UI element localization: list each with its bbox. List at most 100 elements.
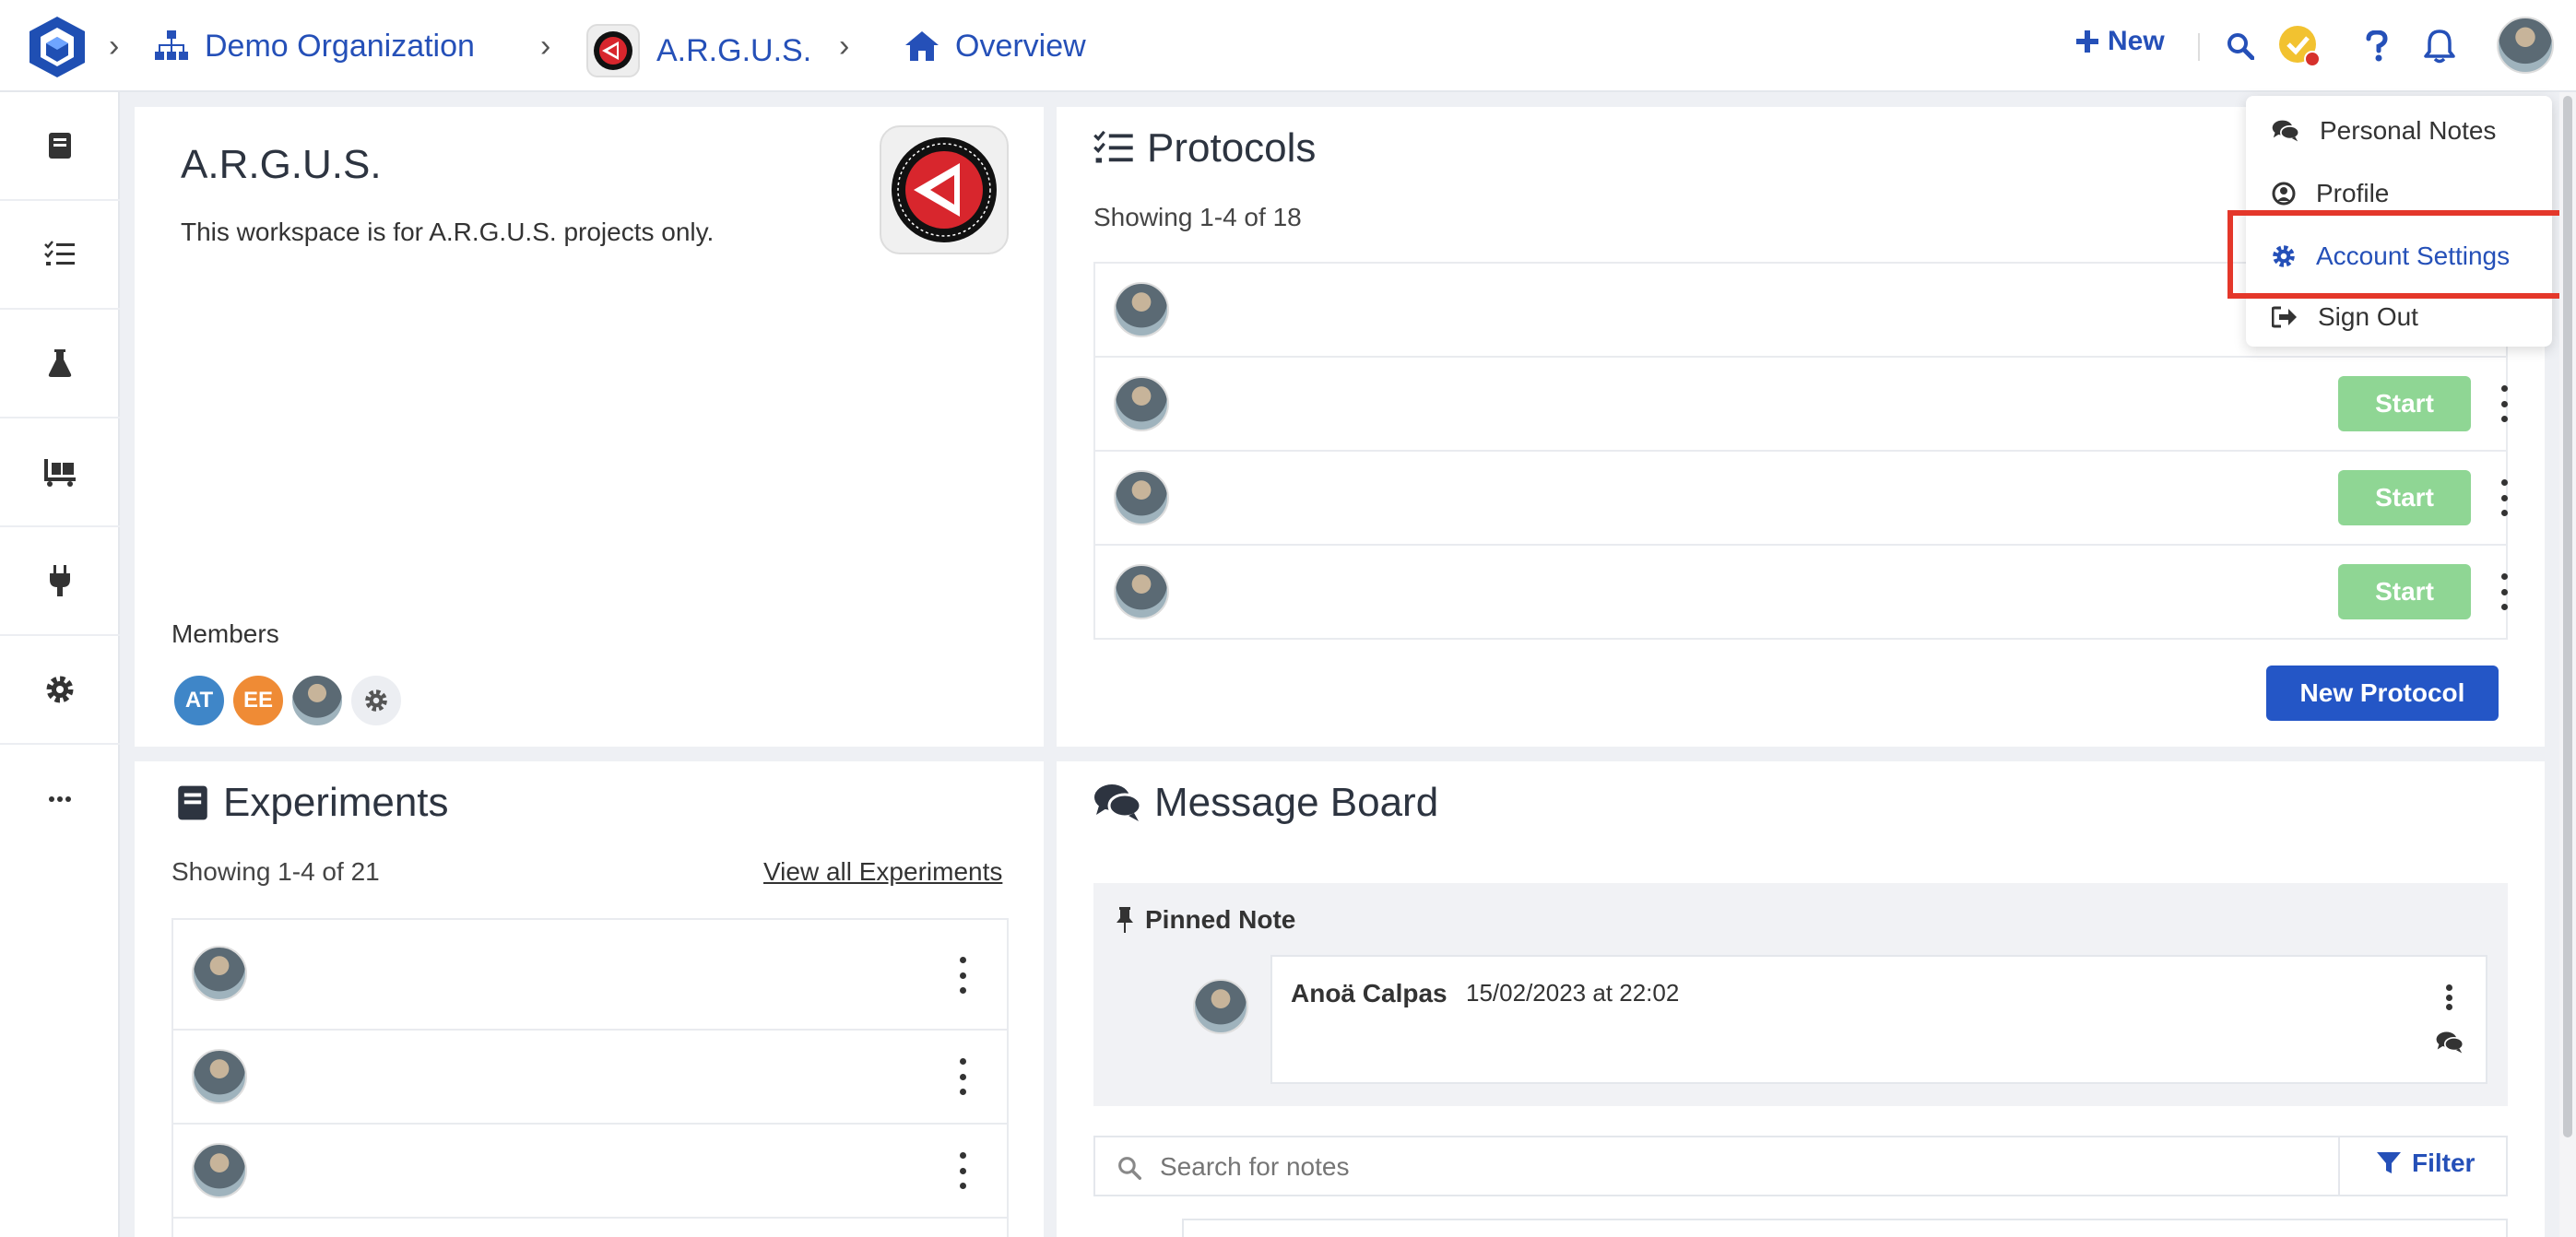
members-settings-button[interactable] <box>349 673 404 728</box>
experiment-row[interactable] <box>171 1029 1009 1125</box>
breadcrumb-chevron-icon: › <box>109 29 120 64</box>
filter-icon <box>2377 1152 2401 1173</box>
breadcrumb-chevron-icon: › <box>839 29 850 64</box>
notifications-button[interactable] <box>2417 24 2462 68</box>
notes-search-input[interactable] <box>1160 1147 2082 1187</box>
start-protocol-button[interactable]: Start <box>2338 470 2471 525</box>
message-board-card: Message Board Pinned Note Anoä Calpas 15… <box>1057 761 2545 1237</box>
gear-icon <box>46 676 74 703</box>
note-menu-icon[interactable] <box>2440 984 2458 1010</box>
sidebar <box>0 92 120 1237</box>
page-scrollbar[interactable] <box>2559 92 2576 1237</box>
pinned-note-label: Pinned Note <box>1145 905 1296 934</box>
breadcrumb-workspace[interactable]: A.R.G.U.S. <box>586 24 811 77</box>
bell-icon <box>2424 29 2455 64</box>
sidebar-item-settings[interactable] <box>0 636 120 745</box>
protocols-count: Showing 1-4 of 18 <box>1093 203 1302 231</box>
experiment-menu-icon[interactable] <box>953 1058 972 1095</box>
view-all-experiments-link[interactable]: View all Experiments <box>763 857 1002 887</box>
argus-logo-icon <box>594 31 632 70</box>
menu-item-profile[interactable]: Profile <box>2272 175 2389 212</box>
experiment-row[interactable] <box>171 1123 1009 1219</box>
app-logo-icon[interactable] <box>28 15 87 79</box>
protocol-row[interactable]: Start <box>1093 450 2508 546</box>
filter-button[interactable]: Filter <box>2377 1149 2475 1178</box>
breadcrumb-overview-label: Overview <box>955 29 1086 64</box>
protocol-row[interactable]: Start <box>1093 544 2508 640</box>
plug-icon <box>50 565 70 596</box>
filter-label: Filter <box>2412 1149 2476 1177</box>
sidebar-item-lab[interactable] <box>0 310 120 418</box>
search-button[interactable] <box>2218 24 2263 68</box>
breadcrumb-overview[interactable]: Overview <box>905 24 1086 68</box>
experiment-row[interactable] <box>171 1217 1009 1237</box>
experiment-row[interactable] <box>171 918 1009 1031</box>
start-protocol-button[interactable]: Start <box>2338 376 2471 431</box>
ellipsis-icon <box>49 796 71 802</box>
experiments-count: Showing 1-4 of 21 <box>171 857 380 886</box>
note-list-item[interactable] <box>1182 1219 2508 1237</box>
breadcrumb-org-label: Demo Organization <box>205 29 475 64</box>
sidebar-item-protocols[interactable] <box>0 201 120 310</box>
protocol-menu-icon[interactable] <box>2495 479 2513 516</box>
user-avatar-button[interactable] <box>2497 17 2554 74</box>
sidebar-item-more[interactable] <box>0 745 120 854</box>
sign-out-icon <box>2272 306 2297 328</box>
menu-item-label: Sign Out <box>2318 302 2418 331</box>
search-icon <box>2227 33 2254 60</box>
top-bar: › Demo Organization › A.R.G.U.S. › Overv… <box>0 0 2576 92</box>
menu-item-sign-out[interactable]: Sign Out <box>2272 299 2418 336</box>
note-author-avatar <box>1193 979 1248 1034</box>
check-badge-icon <box>2279 26 2321 67</box>
start-protocol-button[interactable]: Start <box>2338 564 2471 619</box>
protocol-author-avatar <box>1114 470 1169 525</box>
note-author: Anoä Calpas <box>1291 979 1448 1007</box>
member-avatar-photo[interactable] <box>290 673 345 728</box>
menu-item-personal-notes[interactable]: Personal Notes <box>2272 112 2496 149</box>
new-protocol-button[interactable]: New Protocol <box>2266 666 2499 721</box>
member-avatar-at[interactable]: AT <box>171 673 227 728</box>
comments-icon <box>1094 784 1141 821</box>
new-button-label: New <box>2108 26 2165 56</box>
top-divider <box>2198 33 2200 61</box>
note-timestamp: 15/02/2023 at 22:02 <box>1466 979 1680 1007</box>
menu-item-label: Profile <box>2316 179 2390 207</box>
breadcrumb-org[interactable]: Demo Organization <box>155 24 475 68</box>
pinned-note-header: Pinned Note <box>1116 905 1295 935</box>
protocol-row[interactable]: Start <box>1093 356 2508 452</box>
home-icon <box>905 31 939 61</box>
notes-search-bar: Filter <box>1093 1136 2508 1196</box>
new-button[interactable]: New <box>2076 26 2165 57</box>
sidebar-item-experiments[interactable] <box>0 92 120 201</box>
protocol-menu-icon[interactable] <box>2495 573 2513 610</box>
protocol-menu-icon[interactable] <box>2495 385 2513 422</box>
protocol-author-avatar <box>1114 564 1169 619</box>
account-settings-highlight <box>2227 210 2574 299</box>
flask-icon <box>48 349 72 377</box>
help-button[interactable] <box>2355 24 2399 68</box>
dolly-icon <box>44 459 76 487</box>
user-circle-icon <box>2272 182 2296 206</box>
search-icon <box>1118 1157 1141 1180</box>
member-avatar-ee[interactable]: EE <box>230 673 286 728</box>
experiment-menu-icon[interactable] <box>953 957 972 994</box>
reply-comments-icon[interactable] <box>2436 1031 2464 1054</box>
workspace-card: A.R.G.U.S. This workspace is for A.R.G.U… <box>135 107 1044 747</box>
search-filter-divider <box>2338 1137 2340 1195</box>
workspace-logo <box>880 125 1009 254</box>
experiment-author-avatar <box>192 946 247 1001</box>
scrollbar-thumb[interactable] <box>2563 96 2572 1137</box>
experiment-author-avatar <box>192 1049 247 1104</box>
book-icon <box>49 133 71 159</box>
tasks-status-button[interactable] <box>2277 24 2322 68</box>
pinned-note-card[interactable]: Anoä Calpas 15/02/2023 at 22:02 <box>1270 955 2487 1084</box>
breadcrumb-workspace-label: A.R.G.U.S. <box>656 33 812 68</box>
sidebar-item-inventory[interactable] <box>0 418 120 527</box>
argus-logo-icon <box>892 137 997 242</box>
sidebar-item-integrations[interactable] <box>0 527 120 636</box>
experiment-menu-icon[interactable] <box>953 1152 972 1189</box>
book-icon <box>178 785 207 820</box>
question-icon <box>2366 30 2388 62</box>
workspace-description: This workspace is for A.R.G.U.S. project… <box>181 218 715 246</box>
members-label: Members <box>171 619 279 648</box>
